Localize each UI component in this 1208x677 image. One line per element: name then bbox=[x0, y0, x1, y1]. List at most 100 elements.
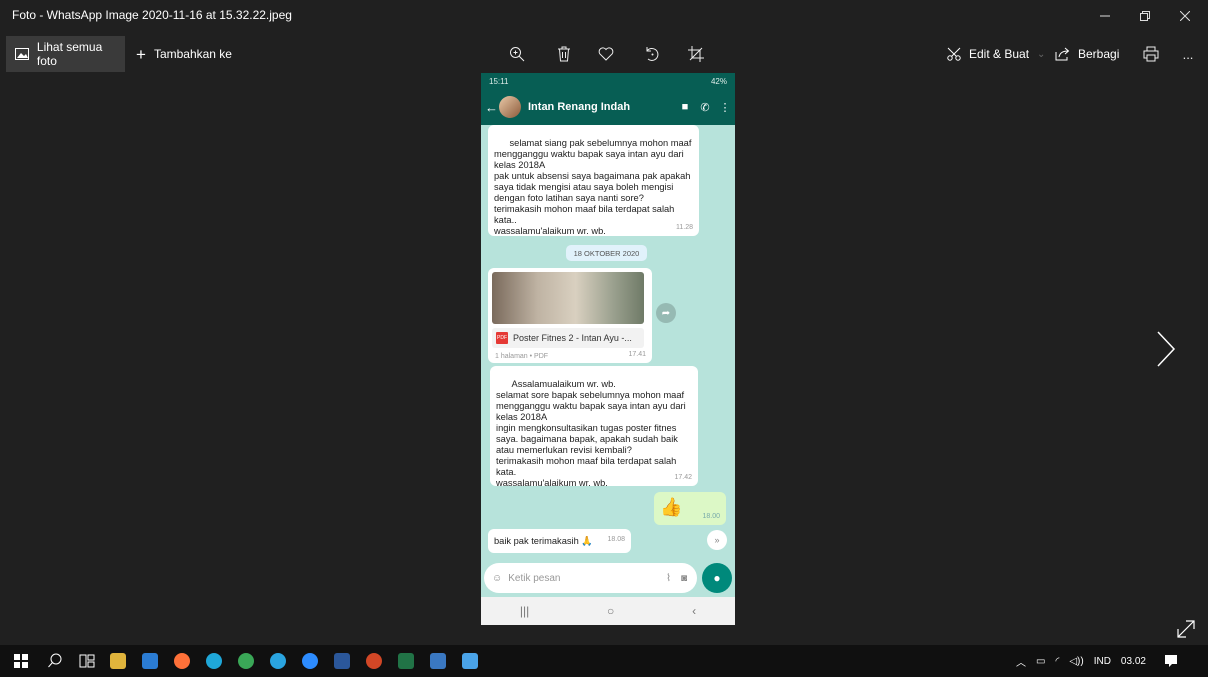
message-input-placeholder: Ketik pesan bbox=[508, 572, 561, 584]
more-options-button[interactable]: ... bbox=[1174, 40, 1202, 68]
system-tray: ︿ ▭ ◜ ◁)) IND 03.02 bbox=[1016, 645, 1178, 677]
expand-icon bbox=[1177, 620, 1195, 638]
emoji-icon: ☺ bbox=[492, 572, 503, 584]
menu-dots-icon: ⋮ bbox=[719, 101, 731, 114]
search-icon bbox=[48, 653, 62, 668]
notification-icon[interactable] bbox=[1164, 654, 1178, 668]
battery-icon[interactable]: ▭ bbox=[1036, 656, 1045, 667]
fullscreen-button[interactable] bbox=[1176, 619, 1198, 641]
language-indicator[interactable]: IND bbox=[1094, 656, 1111, 667]
rotate-icon bbox=[646, 47, 659, 61]
edge-icon[interactable] bbox=[206, 653, 222, 669]
close-button[interactable] bbox=[1162, 0, 1208, 32]
image-icon bbox=[15, 48, 29, 60]
recent-apps-icon: ||| bbox=[519, 604, 530, 618]
document-preview-image bbox=[492, 272, 644, 324]
windows-taskbar: ︿ ▭ ◜ ◁)) IND 03.02 bbox=[0, 645, 1208, 677]
chat-header: ← Intan Renang Indah ■ ✆ ⋮ bbox=[481, 89, 735, 125]
share-icon bbox=[1055, 47, 1070, 61]
edit-create-label: Edit & Buat bbox=[969, 47, 1030, 61]
message-text: selamat siang pak sebelumnya mohon maaf … bbox=[494, 138, 692, 236]
document-message: PDF Poster Fitnes 2 - Intan Ayu -... 1 h… bbox=[488, 268, 652, 363]
microphone-icon: ● bbox=[702, 563, 732, 593]
thumbs-up-emoji: 👍 bbox=[660, 497, 683, 517]
message-input-bar: ☺ Ketik pesan ⌇ ◙ bbox=[484, 563, 697, 593]
photos-app-icon[interactable] bbox=[430, 653, 446, 669]
pinned-app-icon[interactable] bbox=[462, 653, 478, 669]
share-button[interactable]: Berbagi bbox=[1055, 36, 1119, 72]
powerpoint-icon[interactable] bbox=[366, 653, 382, 669]
chevron-down-icon: ⌄ bbox=[1037, 48, 1046, 60]
message-bubble: selamat siang pak sebelumnya mohon maaf … bbox=[488, 125, 699, 236]
phone-nav-bar: ||| ○ ‹ bbox=[481, 597, 735, 625]
attachment-icon: ⌇ bbox=[666, 572, 671, 584]
close-icon bbox=[1180, 11, 1190, 21]
message-time: 17.41 bbox=[628, 351, 646, 358]
forward-icon: ➦ bbox=[656, 303, 676, 323]
scroll-down-icon: » bbox=[707, 530, 727, 550]
message-time: 18.08 bbox=[607, 536, 625, 543]
whatsapp-screenshot-image: 15:11 42% ← Intan Renang Indah ■ ✆ ⋮ sel… bbox=[481, 73, 735, 625]
message-time: 18.00 bbox=[702, 513, 720, 520]
edit-scissors-icon bbox=[947, 47, 961, 61]
start-button[interactable] bbox=[14, 654, 28, 668]
firefox-icon[interactable] bbox=[174, 653, 190, 669]
phone-battery-level: 42% bbox=[710, 76, 727, 86]
add-to-button[interactable]: + Tambahkan ke bbox=[136, 36, 232, 72]
see-all-photos-button[interactable]: Lihat semua foto bbox=[6, 36, 125, 72]
avatar bbox=[499, 96, 521, 118]
crop-button[interactable] bbox=[682, 40, 710, 68]
rotate-button[interactable] bbox=[638, 40, 666, 68]
clock[interactable]: 03.02 bbox=[1121, 656, 1146, 667]
photo-toolbar: Lihat semua foto + Tambahkan ke Edit & B… bbox=[0, 36, 1208, 72]
task-view-icon bbox=[79, 654, 95, 668]
zoom-button[interactable] bbox=[503, 40, 531, 68]
share-label: Berbagi bbox=[1078, 47, 1120, 61]
document-name: Poster Fitnes 2 - Intan Ayu -... bbox=[513, 332, 632, 343]
chevron-up-icon[interactable]: ︿ bbox=[1016, 654, 1026, 669]
wifi-icon[interactable]: ◜ bbox=[1055, 656, 1059, 667]
file-explorer-icon[interactable] bbox=[110, 653, 126, 669]
message-time: 17.42 bbox=[674, 474, 692, 481]
favorite-button[interactable] bbox=[592, 40, 620, 68]
document-name-row: PDF Poster Fitnes 2 - Intan Ayu -... bbox=[492, 328, 644, 348]
search-button[interactable] bbox=[48, 653, 62, 674]
delete-button[interactable] bbox=[550, 40, 578, 68]
contact-name: Intan Renang Indah bbox=[528, 101, 631, 113]
print-icon bbox=[1143, 46, 1159, 62]
title-bar: Foto - WhatsApp Image 2020-11-16 at 15.3… bbox=[0, 0, 1208, 32]
back-icon: ‹ bbox=[692, 604, 697, 618]
message-bubble: baik pak terimakasih 🙏 18.08 bbox=[488, 529, 631, 553]
mail-icon[interactable] bbox=[142, 653, 158, 669]
task-view-button[interactable] bbox=[79, 653, 95, 674]
home-icon: ○ bbox=[607, 604, 615, 618]
zoom-app-icon[interactable] bbox=[302, 653, 318, 669]
plus-icon: + bbox=[136, 44, 146, 64]
word-icon[interactable] bbox=[334, 653, 350, 669]
chrome-icon[interactable] bbox=[238, 653, 254, 669]
edit-create-button[interactable]: Edit & Buat ⌄ bbox=[947, 36, 1045, 72]
minimize-icon bbox=[1100, 15, 1110, 17]
restore-icon bbox=[1140, 11, 1150, 21]
telegram-icon[interactable] bbox=[270, 653, 286, 669]
zoom-in-icon bbox=[510, 47, 525, 62]
see-all-photos-label: Lihat semua foto bbox=[36, 40, 103, 68]
phone-status-time: 15:11 bbox=[489, 76, 509, 86]
document-meta: 1 halaman • PDF bbox=[495, 353, 549, 360]
date-divider: 18 OKTOBER 2020 bbox=[566, 245, 647, 261]
camera-icon: ◙ bbox=[680, 572, 687, 584]
message-time: 11.28 bbox=[676, 224, 693, 231]
outgoing-message-bubble: 👍 18.00 bbox=[654, 492, 726, 525]
window-title: Foto - WhatsApp Image 2020-11-16 at 15.3… bbox=[12, 8, 292, 22]
volume-icon[interactable]: ◁)) bbox=[1069, 656, 1083, 667]
pdf-icon: PDF bbox=[496, 332, 508, 344]
message-bubble: Assalamualaikum wr. wb. selamat sore bap… bbox=[490, 366, 698, 488]
phone-call-icon: ✆ bbox=[700, 101, 710, 114]
chevron-right-icon bbox=[1157, 331, 1176, 367]
next-photo-button[interactable] bbox=[1150, 324, 1180, 374]
back-arrow-icon: ← bbox=[485, 99, 498, 115]
excel-icon[interactable] bbox=[398, 653, 414, 669]
trash-icon bbox=[558, 46, 570, 62]
print-button[interactable] bbox=[1137, 40, 1165, 68]
message-text: Assalamualaikum wr. wb. selamat sore bap… bbox=[496, 379, 686, 488]
